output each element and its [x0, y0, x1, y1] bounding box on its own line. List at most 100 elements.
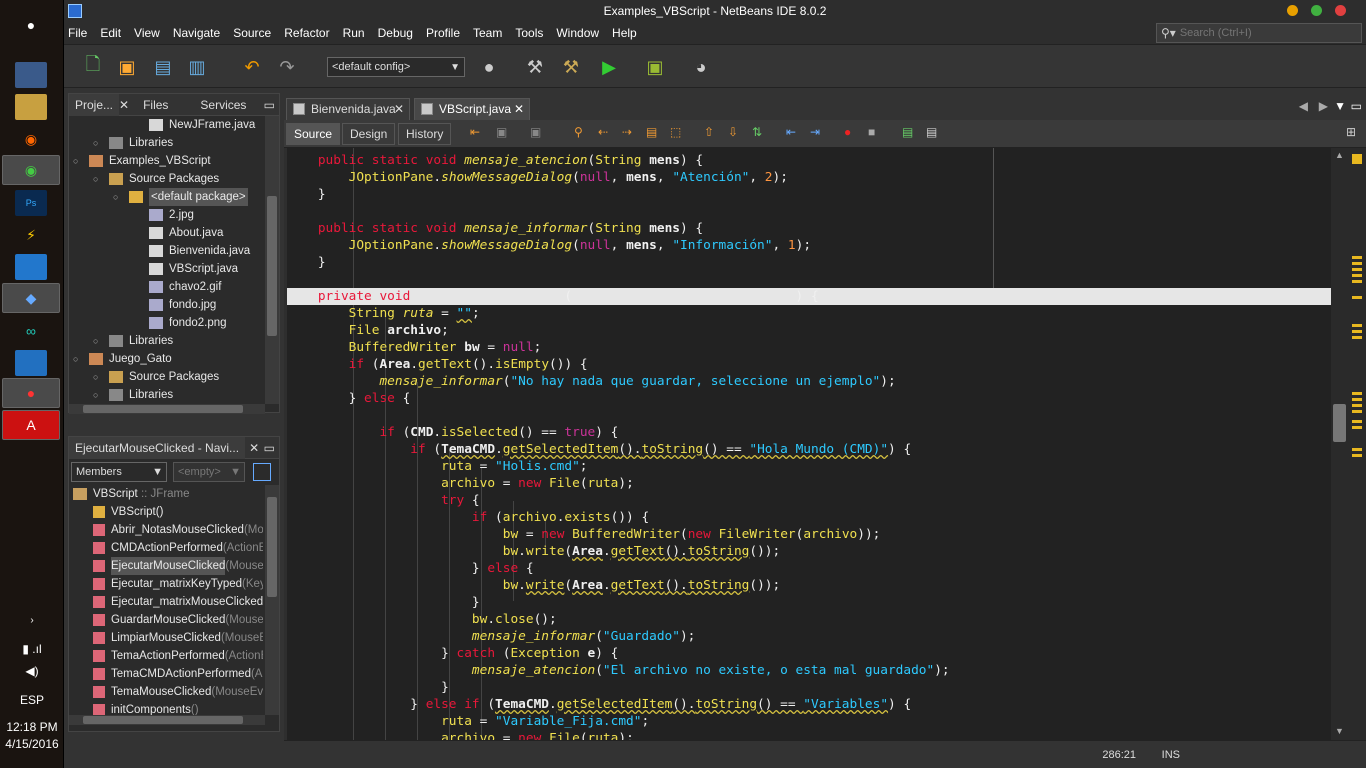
- expand-toggle-icon[interactable]: ○: [73, 156, 78, 166]
- expand-toggle-icon[interactable]: ○: [93, 390, 98, 400]
- menu-refactor[interactable]: Refactor: [284, 26, 329, 40]
- menu-navigate[interactable]: Navigate: [173, 26, 220, 40]
- config-select[interactable]: <default config> ▼: [327, 57, 465, 77]
- project-tree-item[interactable]: Libraries: [109, 134, 173, 152]
- new-file-icon[interactable]: 🗋: [80, 54, 106, 80]
- apple-icon[interactable]: ●: [15, 12, 47, 38]
- uncomment-icon[interactable]: ▤: [926, 125, 942, 141]
- close-icon[interactable]: ✕: [119, 98, 129, 112]
- navigator-member[interactable]: GuardarMouseClicked(MouseE: [93, 611, 263, 629]
- lang-indicator[interactable]: ESP: [0, 693, 64, 707]
- folder-icon[interactable]: [15, 94, 47, 120]
- expand-toggle-icon[interactable]: ○: [73, 354, 78, 364]
- expand-toggle-icon[interactable]: ○: [113, 192, 118, 202]
- menu-profile[interactable]: Profile: [426, 26, 460, 40]
- toggle-bookmark-icon[interactable]: ⇅: [752, 125, 768, 141]
- project-tree-item[interactable]: fondo2.png: [149, 314, 227, 332]
- scroll-right-icon[interactable]: ▶: [1319, 99, 1328, 113]
- editor-scrollbar[interactable]: ▲ ▼: [1331, 148, 1348, 740]
- expand-toggle-icon[interactable]: ○: [93, 174, 98, 184]
- search-box[interactable]: ⚲▾: [1156, 23, 1362, 43]
- next-bookmark-icon[interactable]: ⇩: [728, 125, 744, 141]
- navigator-member[interactable]: TemaMouseClicked(MouseEven: [93, 683, 263, 701]
- tray-arrow-icon[interactable]: ›: [0, 615, 64, 626]
- stop-macro-icon[interactable]: ■: [868, 125, 884, 141]
- close-icon[interactable]: ✕: [514, 99, 524, 119]
- tab-services[interactable]: Services: [194, 94, 252, 116]
- tab-projects[interactable]: Proje...: [69, 93, 120, 116]
- minimize-panel-icon[interactable]: ▭: [264, 441, 275, 455]
- search-input[interactable]: [1179, 27, 1360, 39]
- menu-tools[interactable]: Tools: [515, 26, 543, 40]
- navigator-root[interactable]: VBScript :: JFrame: [73, 485, 190, 503]
- expand-toggle-icon[interactable]: ○: [93, 138, 98, 148]
- undo-icon[interactable]: ↶: [239, 54, 265, 80]
- expand-toggle-icon[interactable]: ○: [93, 372, 98, 382]
- project-tree-item[interactable]: About.java: [149, 224, 223, 242]
- photoshop-icon[interactable]: Ps: [15, 190, 47, 216]
- tab-bienvenida[interactable]: Bienvenida.java ✕: [286, 98, 410, 120]
- find-icon[interactable]: ⚲: [574, 125, 590, 141]
- navigator-member[interactable]: initComponents(): [93, 701, 199, 715]
- show-opened-icon[interactable]: ▼: [1334, 99, 1346, 113]
- filter-select[interactable]: <empty> ▼: [173, 462, 245, 482]
- project-tree-item[interactable]: NewJFrame.java: [149, 116, 255, 134]
- navigator-member[interactable]: EjecutarMouseClicked(MouseE: [93, 557, 263, 575]
- netbeans-icon[interactable]: ◆: [2, 283, 60, 313]
- debug-icon[interactable]: ▣: [642, 54, 668, 80]
- find-next-icon[interactable]: ⇢: [622, 125, 638, 141]
- back-icon[interactable]: ▣: [496, 125, 512, 141]
- project-tree-item[interactable]: Source Packages: [109, 368, 219, 386]
- arduino-icon[interactable]: ∞: [15, 318, 47, 344]
- menu-help[interactable]: Help: [612, 26, 637, 40]
- project-tree-item[interactable]: Examples_VBScript: [89, 152, 211, 170]
- media-icon[interactable]: ●: [2, 378, 60, 408]
- record-macro-icon[interactable]: ●: [844, 125, 860, 141]
- globe-icon[interactable]: ●: [476, 54, 502, 80]
- maximize-editor-icon[interactable]: ▭: [1351, 99, 1362, 113]
- project-tree-item[interactable]: Source Packages: [109, 170, 219, 188]
- prev-bookmark-icon[interactable]: ⇧: [704, 125, 720, 141]
- project-tree-item[interactable]: Juego_Gato: [89, 350, 172, 368]
- redo-icon[interactable]: ↷: [274, 54, 300, 80]
- rect-select-icon[interactable]: ⬚: [670, 125, 686, 141]
- clean-build-icon[interactable]: ⚒: [558, 54, 584, 80]
- last-edit-icon[interactable]: ⇤: [470, 125, 486, 141]
- new-project-icon[interactable]: ▣: [114, 54, 140, 80]
- volume-icon[interactable]: ◀): [0, 664, 64, 678]
- minimize-button[interactable]: [1287, 5, 1298, 16]
- split-icon[interactable]: ⊞: [1346, 125, 1362, 141]
- close-icon[interactable]: ✕: [394, 99, 404, 119]
- maximize-button[interactable]: [1311, 5, 1322, 16]
- filter-icon[interactable]: [253, 463, 271, 481]
- open-project-icon[interactable]: ▤: [150, 54, 176, 80]
- close-icon[interactable]: ✕: [249, 441, 259, 455]
- members-select[interactable]: Members ▼: [71, 462, 167, 482]
- projects-hscrollbar[interactable]: [69, 404, 265, 414]
- navigator-member[interactable]: Ejecutar_matrixKeyTyped(KeyE: [93, 575, 263, 593]
- navigator-scrollbar[interactable]: [265, 485, 279, 715]
- navigator-member[interactable]: Abrir_NotasMouseClicked(Mou: [93, 521, 263, 539]
- navigator-member[interactable]: TemaCMDActionPerformed(Act: [93, 665, 263, 683]
- source-view-button[interactable]: Source: [286, 123, 341, 145]
- navigator-hscrollbar[interactable]: [69, 715, 265, 725]
- find-prev-icon[interactable]: ⇠: [598, 125, 614, 141]
- navigator-member[interactable]: TemaActionPerformed(ActionE: [93, 647, 263, 665]
- project-tree-item[interactable]: chavo2.gif: [149, 278, 221, 296]
- monitor-icon[interactable]: [15, 62, 47, 88]
- design-view-button[interactable]: Design: [342, 123, 396, 145]
- forward-icon[interactable]: ▣: [530, 125, 546, 141]
- menu-run[interactable]: Run: [343, 26, 365, 40]
- menu-window[interactable]: Window: [556, 26, 599, 40]
- navigator-member[interactable]: CMDActionPerformed(ActionEv: [93, 539, 263, 557]
- expand-toggle-icon[interactable]: ○: [93, 336, 98, 346]
- navigator-member[interactable]: LimpiarMouseClicked(MouseEv: [93, 629, 263, 647]
- project-tree-item[interactable]: VBScript.java: [149, 260, 238, 278]
- project-tree-item[interactable]: <default package>: [129, 188, 248, 206]
- project-tree-item[interactable]: Bienvenida.java: [149, 242, 250, 260]
- menu-team[interactable]: Team: [473, 26, 502, 40]
- app-icon[interactable]: ⚡: [15, 222, 47, 248]
- chrome-icon[interactable]: ◉: [2, 155, 60, 185]
- tab-files[interactable]: Files: [137, 94, 174, 116]
- menu-debug[interactable]: Debug: [378, 26, 413, 40]
